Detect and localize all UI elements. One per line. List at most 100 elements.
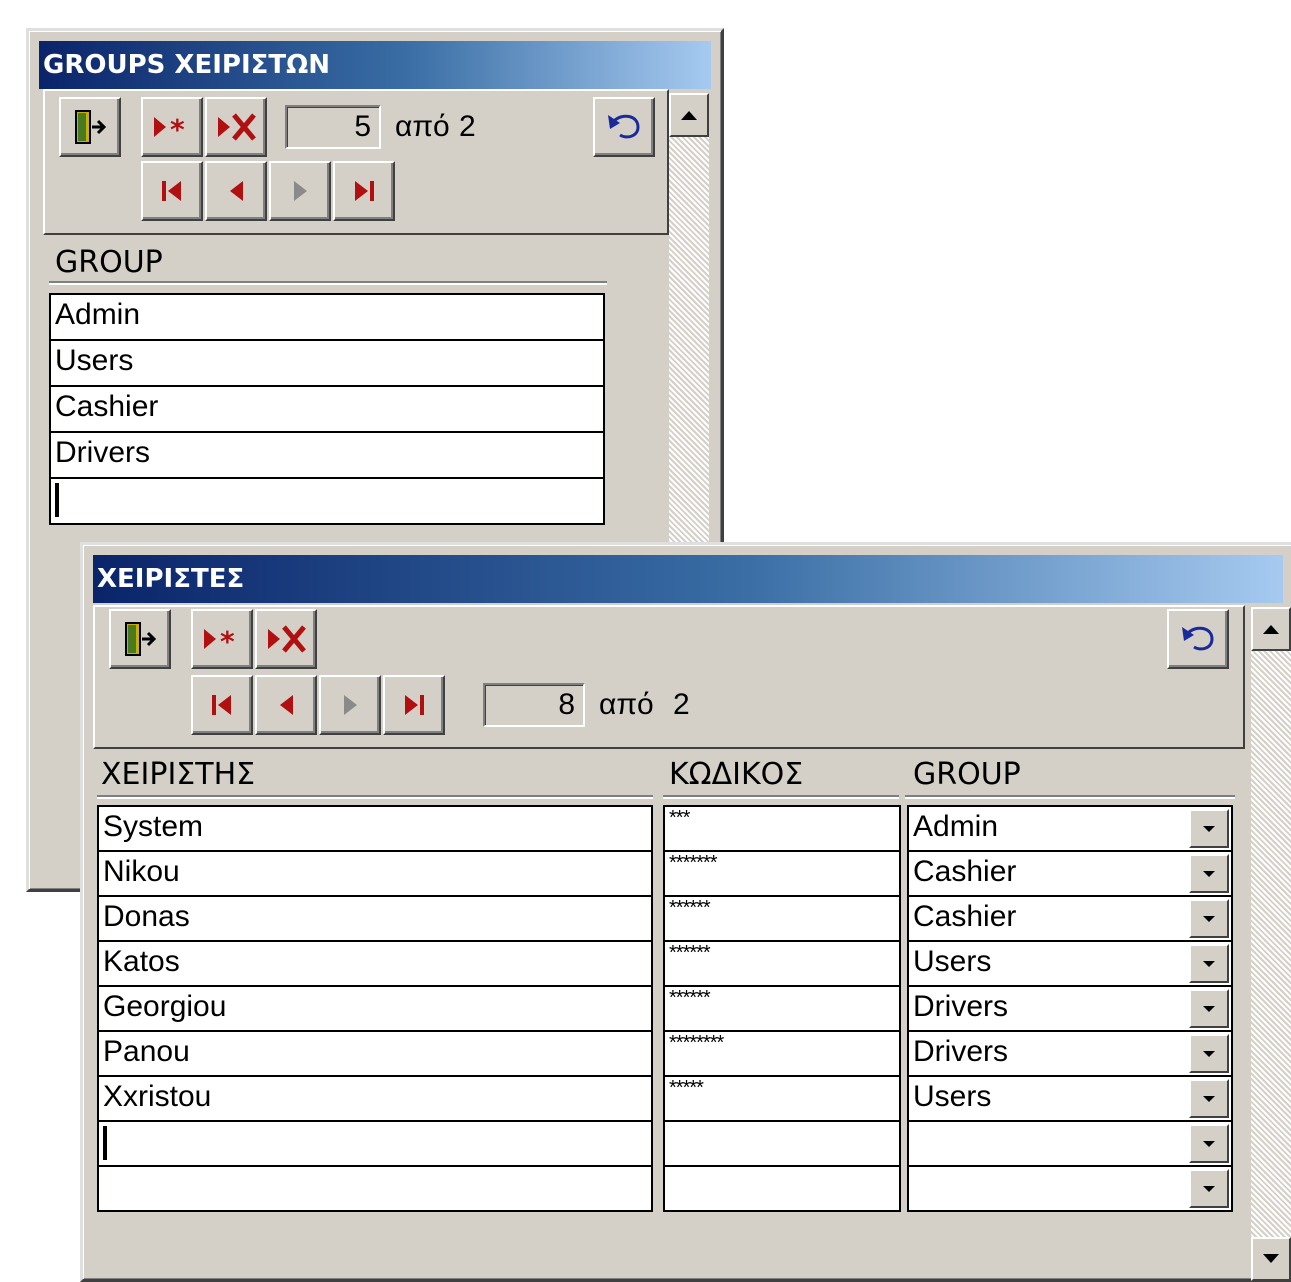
dropdown-button[interactable] (1189, 1169, 1229, 1208)
operator-code-cell[interactable] (663, 1165, 901, 1212)
groups-header-divider (49, 281, 607, 285)
operator-group-combobox[interactable] (907, 1165, 1233, 1212)
operator-group-combobox[interactable]: Drivers (907, 985, 1233, 1032)
operators-total-label: 2 (673, 688, 690, 721)
operator-name-cell[interactable]: Katos (97, 940, 653, 987)
operator-group-combobox[interactable]: Cashier (907, 850, 1233, 897)
operators-delete-record-button[interactable] (255, 609, 317, 669)
operator-name-cell[interactable]: System (97, 805, 653, 852)
dropdown-button[interactable] (1189, 1079, 1229, 1118)
previous-record-icon (280, 695, 293, 715)
operator-code: ****** (669, 897, 711, 919)
groups-record-counter[interactable]: 5 (285, 105, 381, 149)
next-record-icon (344, 695, 357, 715)
groups-window-title: GROUPS ΧΕΙΡΙΣΤΩΝ (39, 41, 711, 89)
first-record-icon (212, 695, 231, 715)
groups-column-header: GROUP (55, 245, 163, 280)
operators-header-divider-group (905, 795, 1235, 799)
operator-code-cell[interactable]: ******* (663, 850, 901, 897)
operators-of-label: από (599, 688, 654, 721)
operator-name: System (103, 810, 204, 843)
undo-icon (608, 114, 640, 139)
groups-last-record-button[interactable] (333, 161, 395, 221)
operator-name: Donas (103, 900, 190, 933)
operators-next-record-button[interactable] (319, 675, 381, 735)
arrow-down-icon (1263, 1254, 1279, 1263)
dropdown-button[interactable] (1189, 899, 1229, 938)
group-name: Admin (55, 298, 141, 331)
groups-next-record-button[interactable] (269, 161, 331, 221)
dropdown-button[interactable] (1189, 989, 1229, 1028)
operator-group-combobox[interactable]: Admin (907, 805, 1233, 852)
operator-name-cell[interactable]: Xxristou (97, 1075, 653, 1122)
operator-code: ***** (669, 1077, 704, 1099)
operator-code-cell[interactable]: ****** (663, 985, 901, 1032)
groups-new-record-button[interactable]: * (141, 97, 203, 157)
operator-group-value: Users (913, 1080, 992, 1113)
chevron-down-icon (1203, 1050, 1215, 1057)
chevron-down-icon (1203, 825, 1215, 832)
groups-scroll-up-button[interactable] (669, 93, 709, 137)
operator-group-combobox[interactable]: Users (907, 1075, 1233, 1122)
operator-name: Xxristou (103, 1080, 212, 1113)
chevron-down-icon (1203, 915, 1215, 922)
operator-name-cell[interactable] (97, 1120, 653, 1167)
operator-group-combobox[interactable]: Drivers (907, 1030, 1233, 1077)
operator-code-cell[interactable]: ***** (663, 1075, 901, 1122)
operators-undo-button[interactable] (1167, 609, 1229, 669)
operators-toolbar-panel: * 8 από 2 (93, 605, 1245, 749)
operator-name-cell[interactable]: Nikou (97, 850, 653, 897)
operator-group-combobox[interactable] (907, 1120, 1233, 1167)
svg-text:*: * (170, 113, 185, 146)
operator-group-combobox[interactable]: Users (907, 940, 1233, 987)
group-name: Drivers (55, 436, 150, 469)
operators-new-record-button[interactable]: * (191, 609, 253, 669)
dropdown-button[interactable] (1189, 944, 1229, 983)
groups-first-record-button[interactable] (141, 161, 203, 221)
operators-scroll-up-button[interactable] (1251, 607, 1291, 651)
operator-code: *** (669, 807, 690, 829)
dropdown-button[interactable] (1189, 854, 1229, 893)
operator-name-cell[interactable] (97, 1165, 653, 1212)
groups-list-item[interactable]: Users (49, 339, 605, 387)
operators-previous-record-button[interactable] (255, 675, 317, 735)
operator-code-cell[interactable]: ******** (663, 1030, 901, 1077)
operators-first-record-button[interactable] (191, 675, 253, 735)
groups-undo-button[interactable] (593, 97, 655, 157)
groups-list-item[interactable]: Drivers (49, 431, 605, 479)
exit-door-icon (125, 622, 157, 656)
operators-header-operator: ΧΕΙΡΙΣΤΗΣ (101, 757, 256, 792)
dropdown-button[interactable] (1189, 809, 1229, 848)
svg-text:*: * (220, 625, 235, 658)
groups-previous-record-button[interactable] (205, 161, 267, 221)
groups-list-item[interactable]: Admin (49, 293, 605, 341)
operators-window: ΧΕΙΡΙΣΤΕΣ * 8 από 2 ΧΕΙΡΙΣΤΗΣ ΚΩΔΙΚΟΣ GR… (80, 542, 1291, 1282)
operator-group-value: Admin (913, 810, 999, 843)
operator-code-cell[interactable]: ****** (663, 895, 901, 942)
operator-code-cell[interactable]: *** (663, 805, 901, 852)
operator-code-cell[interactable] (663, 1120, 901, 1167)
operators-header-divider-operator (97, 795, 653, 799)
operator-group-value: Cashier (913, 855, 1017, 888)
dropdown-button[interactable] (1189, 1034, 1229, 1073)
chevron-down-icon (1203, 1095, 1215, 1102)
operator-group-combobox[interactable]: Cashier (907, 895, 1233, 942)
operators-last-record-button[interactable] (383, 675, 445, 735)
operators-exit-button[interactable] (109, 609, 171, 669)
dropdown-button[interactable] (1189, 1124, 1229, 1163)
groups-exit-button[interactable] (59, 97, 121, 157)
delete-record-icon (268, 625, 306, 653)
operator-name-cell[interactable]: Panou (97, 1030, 653, 1077)
operator-code: ****** (669, 942, 711, 964)
operators-vertical-scrollbar[interactable] (1251, 607, 1291, 1281)
operator-code-cell[interactable]: ****** (663, 940, 901, 987)
operator-name-cell[interactable]: Georgiou (97, 985, 653, 1032)
groups-delete-record-button[interactable] (205, 97, 267, 157)
operator-name-cell[interactable]: Donas (97, 895, 653, 942)
operators-scroll-down-button[interactable] (1251, 1237, 1291, 1281)
groups-new-row[interactable] (49, 477, 605, 525)
last-record-icon (405, 695, 424, 715)
groups-list-item[interactable]: Cashier (49, 385, 605, 433)
first-record-icon (162, 181, 181, 201)
operators-record-counter[interactable]: 8 (483, 683, 585, 727)
